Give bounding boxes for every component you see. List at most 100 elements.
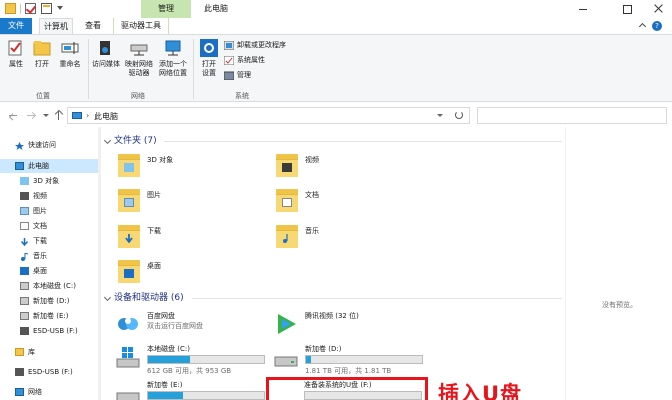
folder-item-downloads[interactable]: 下载	[104, 222, 254, 250]
customize-quick-access-icon[interactable]	[57, 6, 63, 10]
title-bar: 管理 此电脑	[0, 0, 672, 18]
uninstall-program-button[interactable]: 卸载或更改程序	[223, 40, 286, 51]
system-properties-label: 系统属性	[237, 56, 265, 64]
close-button[interactable]	[646, 0, 672, 18]
manage-button[interactable]: 管理	[223, 70, 251, 81]
folders-section-title: 文件夹 (7)	[114, 136, 157, 146]
chevron-down-icon	[103, 136, 112, 145]
search-input[interactable]	[477, 107, 667, 124]
folder-pictures-icon	[118, 186, 140, 212]
back-arrow-icon[interactable]	[9, 112, 17, 119]
up-arrow-icon[interactable]	[55, 110, 63, 120]
open-settings-button[interactable]: 打开 设置	[196, 39, 222, 78]
folder-label: 文档	[305, 191, 319, 199]
open-settings-label-1: 打开	[202, 60, 216, 68]
download-arrow-icon	[20, 237, 29, 247]
drive-icon	[20, 282, 29, 290]
drive-free-space: 612 GB 可用，共 953 GB	[147, 367, 232, 375]
sidebar-item-label: 桌面	[33, 267, 47, 275]
tab-drive-tools[interactable]: 驱动器工具	[113, 18, 169, 34]
preview-pane: 没有预览。	[565, 127, 672, 400]
drive-usage-bar	[305, 355, 423, 364]
drive-name: 新加卷 (E:)	[147, 381, 183, 389]
group-system-label: 系统	[235, 92, 249, 100]
maximize-button[interactable]	[614, 0, 640, 18]
sidebar-item-label: 新加卷 (D:)	[33, 297, 70, 305]
group-location-label: 位置	[36, 92, 50, 100]
drive-icon	[274, 346, 298, 368]
system-properties-button[interactable]: 系统属性	[223, 55, 265, 66]
sidebar-item-label: 新加卷 (E:)	[33, 312, 69, 320]
sidebar-item-label: 图片	[33, 207, 47, 215]
music-note-icon	[20, 252, 29, 261]
address-dropdown-icon[interactable]	[437, 114, 443, 117]
sidebar-item-label: 3D 对象	[33, 177, 60, 185]
new-folder-quick-icon[interactable]	[41, 3, 52, 14]
media-icon	[97, 39, 115, 57]
collapse-ribbon-icon[interactable]	[638, 22, 647, 31]
open-button[interactable]: 打开	[29, 39, 55, 69]
ribbon-tabs: 文件 计算机 查看 驱动器工具 ?	[0, 18, 672, 34]
tab-computer[interactable]: 计算机	[39, 18, 73, 34]
folder-label: 视频	[305, 156, 319, 164]
minimize-button[interactable]	[570, 0, 596, 18]
folder-item-videos[interactable]: 视频	[262, 151, 412, 179]
drive-name: 新加卷 (D:)	[305, 345, 342, 353]
sidebar-item-label: 网络	[28, 388, 42, 396]
add-network-location-button[interactable]: 添加一个 网络位置	[156, 39, 190, 78]
network-icon	[15, 388, 24, 396]
recent-locations-chevron-icon[interactable]	[43, 114, 49, 117]
open-folder-icon	[33, 39, 51, 57]
drive-usage-fill	[148, 392, 183, 399]
folder-label: 图片	[147, 191, 161, 199]
breadcrumb-chevron-icon[interactable]: ›	[86, 111, 89, 120]
drive-usage-fill	[306, 356, 311, 363]
sidebar-item-label: ESD-USB (F:)	[28, 368, 73, 376]
folder-item-3d-objects[interactable]: 3D 对象	[104, 151, 254, 179]
properties-label: 属性	[9, 60, 23, 68]
usb-drive-icon	[20, 327, 29, 335]
map-drive-button[interactable]: 映射网络 驱动器	[122, 39, 156, 78]
rename-button[interactable]: 重命名	[55, 39, 85, 69]
section-divider	[192, 298, 562, 299]
refresh-icon[interactable]	[455, 111, 463, 119]
properties-quick-icon[interactable]	[25, 3, 36, 14]
drive-usage-fill	[148, 356, 190, 363]
properties-button[interactable]: 属性	[3, 39, 29, 69]
drive-new-volume-e[interactable]: 新加卷 (E:)	[104, 380, 269, 400]
devices-section-title: 设备和驱动器 (6)	[114, 293, 184, 303]
folder-label: 音乐	[305, 227, 319, 235]
folder-item-documents[interactable]: 文档	[262, 186, 412, 214]
sidebar-item-label: ESD-USB (F:)	[33, 327, 78, 335]
window-title: 此电脑	[204, 4, 228, 13]
forward-arrow-icon[interactable]	[27, 112, 35, 119]
highlight-box	[266, 377, 428, 400]
chevron-down-icon	[103, 293, 112, 302]
folder-downloads-icon	[118, 222, 140, 248]
map-drive-label-2: 驱动器	[128, 69, 150, 77]
folder-music-icon	[276, 222, 298, 248]
manage-context-tab[interactable]: 管理	[141, 0, 191, 18]
access-media-button[interactable]: 访问媒体	[91, 39, 121, 69]
star-icon	[15, 141, 24, 150]
uninstall-icon	[223, 40, 235, 51]
folder-item-pictures[interactable]: 图片	[104, 186, 254, 214]
sidebar-item-label: 快速访问	[28, 141, 56, 149]
tab-file[interactable]: 文件	[0, 18, 32, 34]
library-icon	[15, 348, 24, 356]
breadcrumb[interactable]: 此电脑	[94, 111, 118, 122]
tab-view[interactable]: 查看	[78, 18, 108, 34]
help-icon[interactable]: ?	[652, 21, 662, 31]
sidebar-item-label: 本地磁盘 (C:)	[33, 282, 76, 290]
folder-icon	[5, 3, 16, 14]
devices-section-header[interactable]: 设备和驱动器 (6)	[102, 291, 562, 305]
folder-item-desktop[interactable]: 桌面	[104, 257, 254, 285]
folders-section-header[interactable]: 文件夹 (7)	[102, 134, 562, 148]
sidebar-item-this-pc[interactable]: 此电脑	[0, 159, 98, 173]
drive-local-c[interactable]: 本地磁盘 (C:) 612 GB 可用，共 953 GB	[104, 344, 269, 384]
folder-item-music[interactable]: 音乐	[262, 222, 412, 250]
manage-icon	[223, 71, 235, 81]
address-bar[interactable]: › 此电脑	[67, 107, 470, 124]
network-location-icon	[164, 39, 182, 57]
navpane-scrollbar[interactable]	[98, 127, 101, 400]
